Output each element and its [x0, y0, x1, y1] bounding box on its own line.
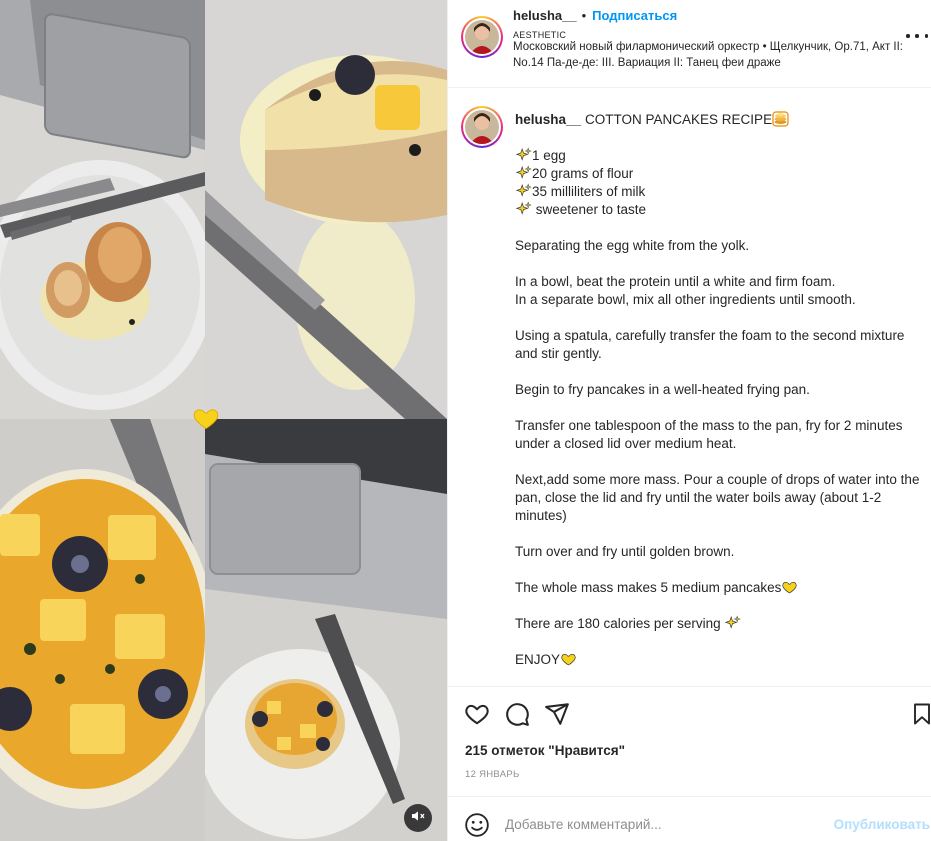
yellow-heart-icon [560, 651, 577, 667]
yield-line: The whole mass makes 5 medium pancakes [515, 579, 930, 597]
sparkles-icon [515, 183, 532, 199]
ingredient-text: 1 egg [532, 148, 566, 163]
sparkles-icon [515, 201, 532, 217]
bookmark-icon[interactable] [910, 701, 931, 727]
ingredient-line: sweetener to taste [515, 201, 930, 219]
yield-text: The whole mass makes 5 medium pancakes [515, 580, 782, 595]
step-paragraph: In a bowl, beat the protein until a whit… [515, 274, 856, 307]
enjoy-text: ENJOY [515, 652, 561, 667]
instagram-post-modal: helusha__ • Подписаться AESTHETIC Московск… [0, 0, 931, 841]
avatar[interactable] [461, 16, 503, 58]
step-paragraph: Next,add some more mass. Pour a couple o… [515, 472, 924, 523]
recipe-title: COTTON PANCAKES RECIPE [585, 112, 773, 127]
author-username[interactable]: helusha__ [513, 8, 577, 23]
ingredient-text: 35 milliliters of milk [532, 184, 646, 199]
separator-dot: • [581, 8, 587, 23]
ingredient-text: 20 grams of flour [532, 166, 634, 181]
more-options-icon[interactable] [906, 30, 928, 42]
calories-line: There are 180 calories per serving [515, 615, 930, 633]
step-paragraph: Transfer one tablespoon of the mass to t… [515, 418, 907, 451]
comment-bar: Опубликовать [448, 796, 931, 841]
smiley-icon[interactable] [464, 812, 490, 838]
ingredient-line: 35 milliliters of milk [515, 183, 930, 201]
speaker-muted-icon [410, 808, 426, 829]
likes-count[interactable]: 215 отметок "Нравится" [465, 743, 625, 758]
pancakes-emoji-icon [772, 111, 789, 127]
audio-track[interactable]: Московский новый филармонический оркестр… [513, 40, 908, 71]
comment-icon[interactable] [504, 701, 530, 727]
step-paragraph: Separating the egg white from the yolk. [515, 238, 750, 253]
photo-plate-top-view [0, 0, 205, 419]
post-caption: helusha__ COTTON PANCAKES RECIPE 1 egg 20… [448, 89, 931, 686]
yellow-heart-icon [192, 404, 220, 432]
publish-button[interactable]: Опубликовать [834, 817, 930, 832]
ingredient-text: sweetener to taste [532, 202, 647, 217]
caption-text: helusha__ COTTON PANCAKES RECIPE 1 egg 20… [515, 111, 930, 669]
yellow-heart-icon [781, 579, 798, 595]
sparkles-icon [515, 165, 532, 181]
photo-pancake-fruit-closeup [0, 419, 205, 841]
caption-username[interactable]: helusha__ [515, 112, 581, 127]
sparkles-icon [724, 615, 742, 631]
paper-plane-icon[interactable] [544, 701, 570, 727]
mute-toggle-button[interactable] [404, 804, 432, 832]
comment-input[interactable] [505, 810, 825, 838]
step-paragraph: Begin to fry pancakes in a well-heated f… [515, 382, 810, 397]
audio-title[interactable]: AESTHETIC [513, 30, 566, 40]
step-paragraph: Turn over and fry until golden brown. [515, 544, 735, 559]
ingredient-line: 1 egg [515, 147, 930, 165]
ingredient-line: 20 grams of flour [515, 165, 930, 183]
enjoy-line: ENJOY [515, 651, 930, 669]
step-paragraph: Using a spatula, carefully transfer the … [515, 328, 909, 361]
post-date[interactable]: 12 ЯНВАРЬ [465, 769, 520, 780]
post-header: helusha__ • Подписаться AESTHETIC Московск… [448, 0, 931, 88]
photo-plate-with-laptop [205, 419, 447, 841]
post-side-panel: helusha__ • Подписаться AESTHETIC Московск… [447, 0, 931, 841]
caption-avatar[interactable] [461, 106, 503, 148]
photo-pancake-stack [205, 0, 447, 419]
sparkles-icon [515, 147, 532, 163]
post-media[interactable] [0, 0, 447, 841]
follow-button[interactable]: Подписаться [592, 8, 677, 23]
heart-icon[interactable] [464, 701, 490, 727]
post-actions: 215 отметок "Нравится" 12 ЯНВАРЬ [448, 686, 931, 796]
caption-title-line: helusha__ COTTON PANCAKES RECIPE [515, 111, 930, 129]
calories-text: There are 180 calories per serving [515, 616, 721, 631]
